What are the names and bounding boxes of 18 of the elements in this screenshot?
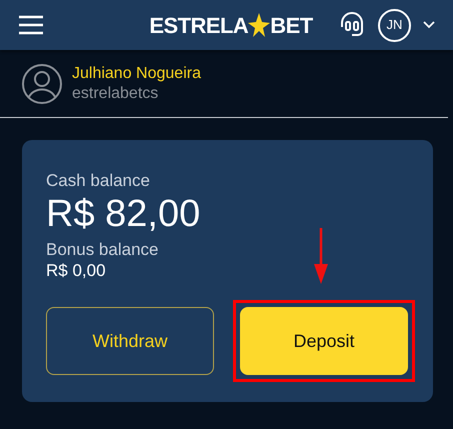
deposit-button[interactable]: Deposit [240,307,408,376]
menu-icon[interactable] [18,14,44,36]
avatar[interactable]: JN [378,8,411,42]
arrow-annotation [313,228,329,284]
logo-text: BET [270,15,313,37]
user-name: Julhiano Nogueira [72,64,201,84]
user-icon [22,64,62,104]
headset-icon[interactable] [338,11,366,39]
star-icon [248,13,270,37]
username: estrelabetcs [72,84,160,104]
bonus-balance-amount: R$ 0,00 [46,260,107,282]
bonus-balance-label: Bonus balance [46,238,160,260]
logo[interactable]: ESTRELA BET [149,13,313,37]
chevron-down-icon[interactable] [423,21,435,29]
cash-balance-amount: R$ 82,00 [46,192,202,238]
withdraw-button[interactable]: Withdraw [46,307,214,376]
cash-balance-label: Cash balance [46,170,151,192]
logo-text: ESTRELA [149,15,248,37]
